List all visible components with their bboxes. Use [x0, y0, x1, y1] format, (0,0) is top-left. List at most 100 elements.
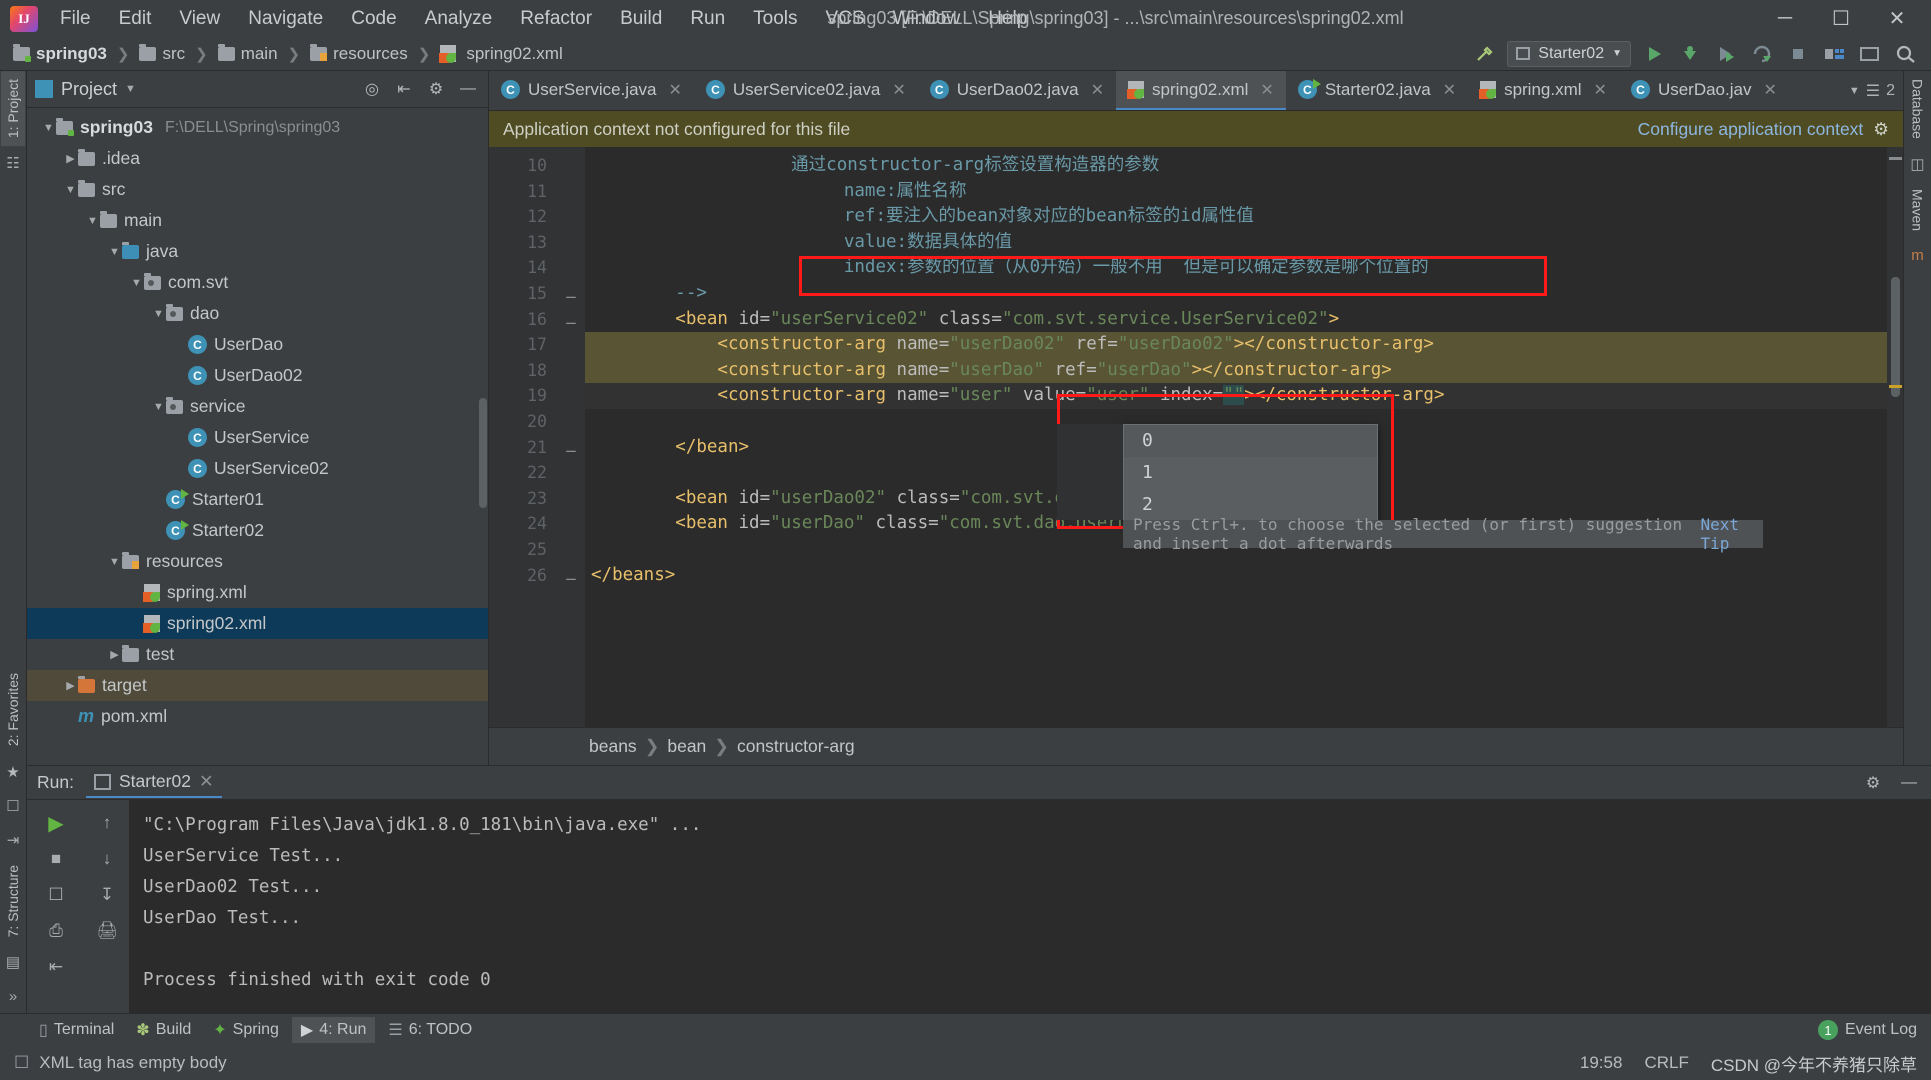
- fold-marker-beans-end[interactable]: ⚊: [557, 563, 585, 589]
- structure-panel-icon[interactable]: ☷: [2, 152, 24, 174]
- tree-item-main[interactable]: ▼ main: [27, 205, 488, 236]
- autocomplete-option[interactable]: 1: [1124, 457, 1377, 489]
- soft-wrap-icon[interactable]: ⇤: [38, 950, 74, 984]
- code-content[interactable]: 通过constructor-arg标签设置构造器的参数 name:属性名称 re…: [585, 147, 1903, 727]
- camera-icon[interactable]: ☐: [38, 878, 74, 912]
- chevron-down-icon[interactable]: ▼: [107, 246, 122, 258]
- menu-window[interactable]: Window: [879, 4, 975, 34]
- build-hammer-icon[interactable]: [1471, 41, 1497, 67]
- configure-application-context-link[interactable]: Configure application context: [1638, 119, 1864, 140]
- bottom-tab-terminal[interactable]: ▯ Terminal: [30, 1017, 123, 1043]
- tree-item-service[interactable]: ▼ service: [27, 391, 488, 422]
- tree-item-userservice[interactable]: C UserService: [27, 422, 488, 453]
- search-everywhere-icon[interactable]: [1893, 41, 1919, 67]
- tree-item-com-svt[interactable]: ▼ com.svt: [27, 267, 488, 298]
- autocomplete-option[interactable]: 0: [1124, 425, 1377, 457]
- menu-run[interactable]: Run: [676, 4, 739, 34]
- chevron-right-icon[interactable]: ▶: [107, 648, 122, 661]
- sidebar-tab-favorites[interactable]: 2: Favorites: [1, 665, 25, 754]
- tree-item-dao[interactable]: ▼ dao: [27, 298, 488, 329]
- chevron-right-icon[interactable]: ▶: [63, 152, 78, 165]
- tree-item-target[interactable]: ▶ target: [27, 670, 488, 701]
- tree-item-test[interactable]: ▶ test: [27, 639, 488, 670]
- editor-tab-userservice02-java[interactable]: C UserService02.java ✕: [694, 71, 918, 110]
- tree-item-userservice02[interactable]: C UserService02: [27, 453, 488, 484]
- tree-item--idea[interactable]: ▶ .idea: [27, 143, 488, 174]
- xml-breadcrumb-bean[interactable]: bean: [667, 736, 706, 757]
- chevron-down-icon[interactable]: ▼: [151, 401, 166, 413]
- bottom-tab-todo[interactable]: ☰ 6: TODO: [379, 1017, 481, 1043]
- menu-file[interactable]: File: [46, 4, 105, 34]
- screenshot-icon[interactable]: ☐: [2, 795, 24, 817]
- tree-item-userdao02[interactable]: C UserDao02: [27, 360, 488, 391]
- sidebar-tab-structure[interactable]: 7: Structure: [1, 857, 25, 945]
- breadcrumb-item-file[interactable]: spring02.xml: [437, 42, 565, 66]
- chevron-down-icon[interactable]: ▼: [63, 184, 78, 196]
- settings-gear-icon[interactable]: ⚙: [1861, 771, 1885, 795]
- status-line-separator[interactable]: CRLF: [1644, 1053, 1688, 1073]
- tree-item-pom-xml[interactable]: m pom.xml: [27, 701, 488, 732]
- tree-item-java[interactable]: ▼ java: [27, 236, 488, 267]
- project-tree[interactable]: ▼ spring03 F:\DELL\Spring\spring03 ▶ .idea ▼ s…: [27, 108, 488, 765]
- menu-view[interactable]: View: [165, 4, 234, 34]
- collapse-all-icon[interactable]: ⇤: [392, 77, 416, 101]
- next-tip-link[interactable]: Next Tip: [1701, 515, 1753, 553]
- menu-analyze[interactable]: Analyze: [411, 4, 507, 34]
- fold-gutter[interactable]: ⚊ ⚊ ⚊ ⚊: [557, 147, 585, 727]
- star-icon[interactable]: ★: [2, 761, 24, 783]
- bottom-tab-run[interactable]: ▶ 4: Run: [291, 1017, 376, 1043]
- down-arrow-icon[interactable]: ↓: [89, 842, 125, 876]
- rerun-icon[interactable]: ▶: [38, 806, 74, 840]
- up-arrow-icon[interactable]: ↑: [89, 806, 125, 840]
- tree-item-resources[interactable]: ▼ resources: [27, 546, 488, 577]
- hide-icon[interactable]: —: [1897, 771, 1921, 795]
- chevron-down-icon[interactable]: ▼: [107, 556, 122, 568]
- chevron-down-icon[interactable]: ▼: [129, 277, 144, 289]
- bottom-tab-spring[interactable]: ✦ Spring: [204, 1017, 288, 1043]
- close-icon[interactable]: ✕: [1260, 80, 1273, 100]
- code-editor[interactable]: 10 11 12 13 14 15 16 17 18 19 20 21 22 23 24 25 26 ⚊ ⚊ ⚊…: [489, 147, 1903, 727]
- run-icon[interactable]: [1641, 41, 1667, 67]
- database-icon[interactable]: ◫: [1907, 153, 1929, 175]
- open-terminal-icon[interactable]: [1857, 41, 1883, 67]
- hide-icon[interactable]: —: [456, 77, 480, 101]
- editor-tab-userdao02-java[interactable]: C UserDao02.java ✕: [918, 71, 1116, 110]
- chevron-down-icon[interactable]: ▼: [85, 215, 100, 227]
- scrollbar-thumb[interactable]: [1891, 277, 1900, 397]
- xml-breadcrumb-beans[interactable]: beans: [589, 736, 637, 757]
- close-icon[interactable]: ✕: [669, 80, 682, 100]
- breadcrumb-item-resources[interactable]: resources: [307, 42, 411, 66]
- close-button[interactable]: ✕: [1869, 2, 1925, 36]
- debug-icon[interactable]: [1677, 41, 1703, 67]
- tree-item-src[interactable]: ▼ src: [27, 174, 488, 205]
- menu-tools[interactable]: Tools: [739, 4, 811, 34]
- scroll-to-end-icon[interactable]: ↧: [89, 878, 125, 912]
- stop-icon[interactable]: ■: [38, 842, 74, 876]
- fold-marker-bean-end[interactable]: ⚊: [557, 435, 585, 461]
- tree-item-starter01[interactable]: C Starter01: [27, 484, 488, 515]
- editor-tab-userdao-jav[interactable]: C UserDao.jav ✕: [1619, 71, 1789, 110]
- editor-tab-overflow[interactable]: ▼ ☰ 2: [1841, 71, 1903, 110]
- settings-gear-icon[interactable]: ⚙: [424, 77, 448, 101]
- close-icon[interactable]: ✕: [1091, 80, 1104, 100]
- run-tab-starter02[interactable]: Starter02 ✕: [85, 767, 222, 798]
- breadcrumb-item-main[interactable]: main: [215, 42, 281, 66]
- editor-tab-spring02-xml[interactable]: spring02.xml ✕: [1116, 71, 1286, 110]
- maven-icon[interactable]: m: [1907, 245, 1929, 267]
- editor-tab-spring-xml[interactable]: spring.xml ✕: [1468, 71, 1619, 110]
- collapse-scope-icon[interactable]: ◎: [360, 77, 384, 101]
- close-icon[interactable]: ✕: [1594, 80, 1607, 100]
- minimize-button[interactable]: ─: [1757, 2, 1813, 36]
- breadcrumb-item-src[interactable]: src: [136, 42, 188, 66]
- xml-breadcrumb-constructor-arg[interactable]: constructor-arg: [737, 736, 855, 757]
- error-stripe-mark[interactable]: [1889, 157, 1902, 160]
- close-icon[interactable]: ✕: [1763, 80, 1776, 100]
- sidebar-tab-maven[interactable]: Maven: [1906, 181, 1930, 239]
- run-console-output[interactable]: "C:\Program Files\Java\jdk1.8.0_181\bin\…: [129, 800, 1931, 1013]
- sidebar-tab-project[interactable]: 1: Project: [1, 71, 25, 147]
- chevron-right-icon[interactable]: ▶: [63, 679, 78, 692]
- run-configuration-selector[interactable]: Starter02 ▼: [1507, 40, 1631, 67]
- project-scrollbar-thumb[interactable]: [479, 398, 487, 508]
- layout-icon[interactable]: [1821, 41, 1847, 67]
- print-icon[interactable]: ⎙: [38, 914, 74, 948]
